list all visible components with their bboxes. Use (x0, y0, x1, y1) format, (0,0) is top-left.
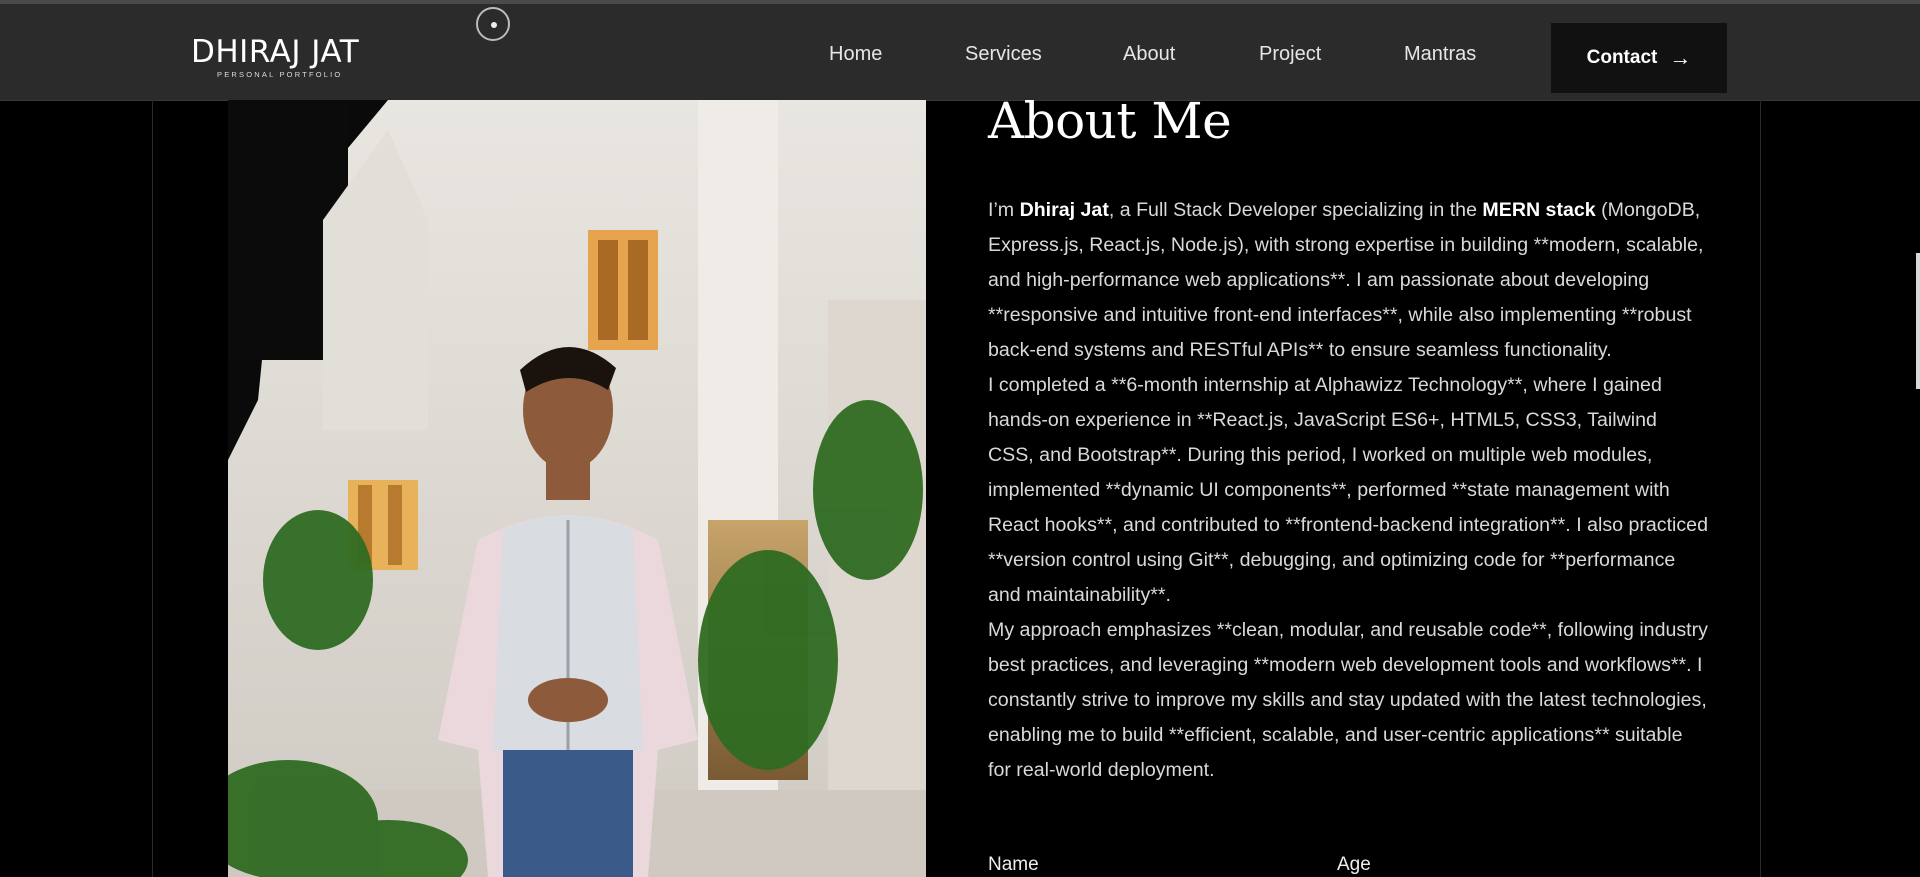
scrollbar-thumb[interactable] (1916, 253, 1920, 389)
nav-about[interactable]: About (1123, 43, 1175, 66)
about-heading: About Me (988, 92, 1232, 150)
about-paragraph-3: My approach emphasizes **clean, modular,… (988, 619, 1708, 781)
nav-project[interactable]: Project (1259, 43, 1321, 66)
arrow-right-icon: → (1669, 45, 1692, 70)
contact-label: Contact (1586, 47, 1658, 68)
site-logo[interactable]: DHIRAJ JAT PERSONAL PORTFOLIO (191, 36, 359, 79)
nav-services[interactable]: Services (965, 43, 1042, 66)
nav-mantras[interactable]: Mantras (1404, 43, 1476, 66)
age-label: Age (1337, 854, 1371, 875)
name-label: Name (988, 854, 1039, 875)
custom-cursor-icon (476, 7, 510, 41)
contact-button[interactable]: Contact → (1551, 23, 1727, 93)
about-paragraph-2: I completed a **6-month internship at Al… (988, 374, 1708, 606)
logo-title: DHIRAJ JAT (191, 34, 360, 70)
about-description: I’m Dhiraj Jat, a Full Stack Developer s… (988, 193, 1708, 788)
logo-subtitle: PERSONAL PORTFOLIO (217, 70, 343, 79)
about-paragraph-1: I’m Dhiraj Jat, a Full Stack Developer s… (988, 199, 1704, 361)
nav-home[interactable]: Home (829, 43, 882, 66)
profile-photo (228, 100, 926, 877)
navbar: DHIRAJ JAT PERSONAL PORTFOLIO Home Servi… (0, 4, 1920, 101)
